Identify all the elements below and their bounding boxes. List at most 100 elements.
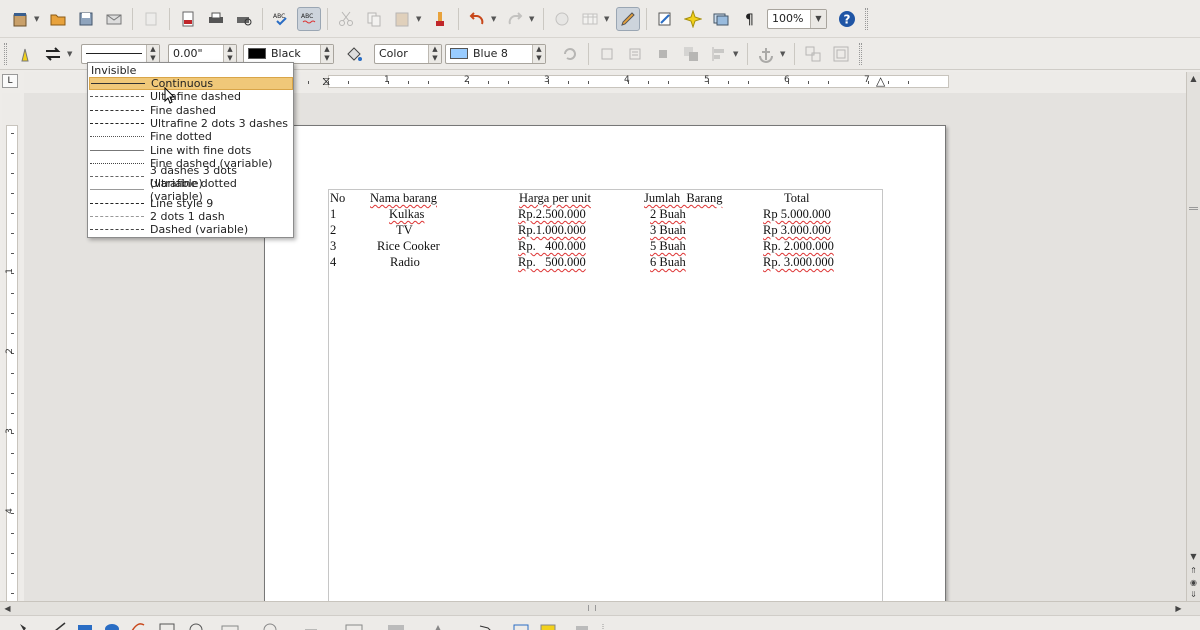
line-style-option[interactable]: Fine dashed bbox=[89, 104, 293, 117]
arrow-style-button[interactable] bbox=[41, 42, 65, 66]
undo-button[interactable] bbox=[465, 7, 489, 31]
area-button[interactable] bbox=[342, 42, 366, 66]
align-button[interactable] bbox=[707, 42, 731, 66]
cut-button[interactable] bbox=[334, 7, 358, 31]
paste-button[interactable] bbox=[390, 7, 414, 31]
clone-formatting-button[interactable] bbox=[428, 7, 452, 31]
edit-file-button[interactable] bbox=[139, 7, 163, 31]
ellipse-tool-icon[interactable] bbox=[105, 624, 119, 630]
spellcheck-button[interactable]: ABC bbox=[269, 7, 293, 31]
text-table-frame[interactable]: No Nama barang Harga per unit Jumlah Bar… bbox=[328, 189, 883, 601]
print-button[interactable] bbox=[204, 7, 228, 31]
area-color-combobox[interactable]: Blue 8 ▲ ▼ bbox=[445, 43, 546, 64]
undo-dropdown-arrow[interactable]: ▼ bbox=[491, 15, 499, 23]
line-style-spin[interactable]: ▲ ▼ bbox=[146, 44, 159, 63]
toolbar-grip[interactable] bbox=[859, 42, 862, 65]
scroll-thumb-grip[interactable] bbox=[588, 605, 596, 611]
email-button[interactable] bbox=[102, 7, 126, 31]
toolbar-grip[interactable] bbox=[865, 7, 868, 30]
callout-tool-icon[interactable] bbox=[189, 623, 203, 630]
line-style-dropdown-list[interactable]: Invisible Continuous Ultrafine dashed Fine… bbox=[87, 62, 294, 238]
line-style-option[interactable]: Ultrafine dashed bbox=[89, 90, 293, 103]
scroll-down-icon[interactable]: ▼ bbox=[1187, 550, 1200, 563]
formatting-marks-button[interactable]: ¶ bbox=[737, 7, 761, 31]
points-icon[interactable] bbox=[479, 625, 492, 630]
line-style-combobox[interactable]: ▲ ▼ bbox=[81, 43, 160, 64]
gallery-button[interactable] bbox=[709, 7, 733, 31]
help-button[interactable]: ? bbox=[835, 7, 859, 31]
hyperlink-button[interactable] bbox=[550, 7, 574, 31]
show-draw-functions-toggle[interactable] bbox=[616, 6, 640, 31]
anchor-dropdown-arrow[interactable]: ▼ bbox=[780, 50, 788, 58]
autospellcheck-toggle[interactable]: ABC bbox=[297, 6, 321, 31]
line-style-option[interactable]: 2 dots 1 dash bbox=[89, 210, 293, 223]
symbol-shapes-icon[interactable] bbox=[263, 623, 277, 630]
line-style-option[interactable]: Fine dotted bbox=[89, 130, 293, 143]
left-indent-marker[interactable]: ⧖ bbox=[322, 74, 330, 89]
vertical-scrollbar[interactable]: ▲ ▼ ⇑ ◉ ⇓ bbox=[1186, 72, 1200, 601]
zoom-combobox[interactable]: 100% ▼ bbox=[767, 8, 827, 29]
redo-button[interactable] bbox=[503, 7, 527, 31]
anchor-button[interactable] bbox=[754, 42, 778, 66]
right-indent-marker[interactable]: △ bbox=[876, 74, 885, 88]
line-style-option[interactable]: Ultrafine dotted (variable) bbox=[89, 177, 293, 203]
rectangle-tool-icon[interactable] bbox=[78, 625, 92, 630]
chevron-down-icon[interactable]: ▼ bbox=[810, 9, 826, 28]
toolbar-grip[interactable] bbox=[4, 42, 7, 65]
stars-icon[interactable] bbox=[435, 625, 441, 630]
open-button[interactable] bbox=[46, 7, 70, 31]
line-style-option[interactable]: Dashed (variable) bbox=[89, 223, 293, 236]
line-style-option-invisible[interactable]: Invisible bbox=[89, 64, 293, 77]
area-style-combobox[interactable]: Color ▲ ▼ bbox=[374, 43, 442, 64]
area-style-spin[interactable]: ▲ ▼ bbox=[428, 44, 441, 63]
paste-dropdown-arrow[interactable]: ▼ bbox=[416, 15, 424, 23]
text-tool-icon[interactable] bbox=[159, 623, 175, 630]
line-width-spin[interactable]: ▲ ▼ bbox=[223, 44, 236, 63]
ungroup-button[interactable] bbox=[829, 42, 853, 66]
table-button[interactable] bbox=[578, 7, 602, 31]
line-button[interactable] bbox=[13, 42, 37, 66]
table-dropdown-arrow[interactable]: ▼ bbox=[604, 15, 612, 23]
navigator-button[interactable] bbox=[681, 7, 705, 31]
scroll-thumb-grip[interactable] bbox=[1189, 207, 1198, 210]
new-dropdown-arrow[interactable]: ▼ bbox=[34, 15, 42, 23]
wrap-off-button[interactable] bbox=[595, 42, 619, 66]
rotate-button[interactable] bbox=[558, 42, 582, 66]
tab-stop-selector[interactable]: L bbox=[2, 74, 18, 88]
arrow-style-dropdown-arrow[interactable]: ▼ bbox=[67, 50, 75, 58]
select-tool-icon[interactable] bbox=[20, 624, 26, 630]
export-pdf-button[interactable] bbox=[176, 7, 200, 31]
area-color-spin[interactable]: ▲ ▼ bbox=[532, 44, 545, 63]
freeform-tool-icon[interactable] bbox=[131, 623, 145, 630]
basic-shapes-icon[interactable] bbox=[221, 625, 239, 630]
next-page-icon[interactable]: ⇓ bbox=[1187, 588, 1200, 601]
fontwork-icon[interactable] bbox=[513, 624, 529, 630]
document-page[interactable]: No Nama barang Harga per unit Jumlah Bar… bbox=[264, 125, 946, 601]
scroll-up-icon[interactable]: ▲ bbox=[1187, 72, 1200, 85]
scroll-left-icon[interactable]: ◀ bbox=[1, 602, 14, 615]
line-style-option[interactable]: Ultrafine 2 dots 3 dashes bbox=[89, 117, 293, 130]
group-button[interactable] bbox=[801, 42, 825, 66]
callouts-icon[interactable] bbox=[388, 625, 404, 630]
print-preview-button[interactable] bbox=[232, 7, 256, 31]
extrusion-icon[interactable] bbox=[576, 626, 588, 630]
redo-dropdown-arrow[interactable]: ▼ bbox=[529, 15, 537, 23]
copy-button[interactable] bbox=[362, 7, 386, 31]
scroll-right-icon[interactable]: ▶ bbox=[1172, 602, 1185, 615]
line-width-field[interactable]: 0.00" ▲ ▼ bbox=[168, 43, 237, 64]
vertical-ruler[interactable]: 1 2 3 4 bbox=[2, 93, 20, 605]
line-color-combobox[interactable]: Black ▲ ▼ bbox=[243, 43, 334, 64]
line-style-option[interactable]: Line style 9 bbox=[89, 197, 293, 210]
new-document-button[interactable] bbox=[8, 7, 32, 31]
horizontal-scrollbar[interactable]: ◀ ▶ bbox=[0, 601, 1200, 615]
insert-image-icon[interactable] bbox=[540, 624, 556, 630]
line-color-spin[interactable]: ▲ ▼ bbox=[320, 44, 333, 63]
align-dropdown-arrow[interactable]: ▼ bbox=[733, 50, 741, 58]
find-replace-button[interactable] bbox=[653, 7, 677, 31]
line-style-option[interactable]: Line with fine dots bbox=[89, 144, 293, 157]
line-tool-icon[interactable] bbox=[55, 622, 66, 630]
flowchart-icon[interactable] bbox=[345, 624, 363, 630]
bring-to-front-button[interactable] bbox=[679, 42, 703, 66]
line-style-option[interactable]: Continuous bbox=[89, 77, 293, 90]
wrap-through-button[interactable] bbox=[651, 42, 675, 66]
